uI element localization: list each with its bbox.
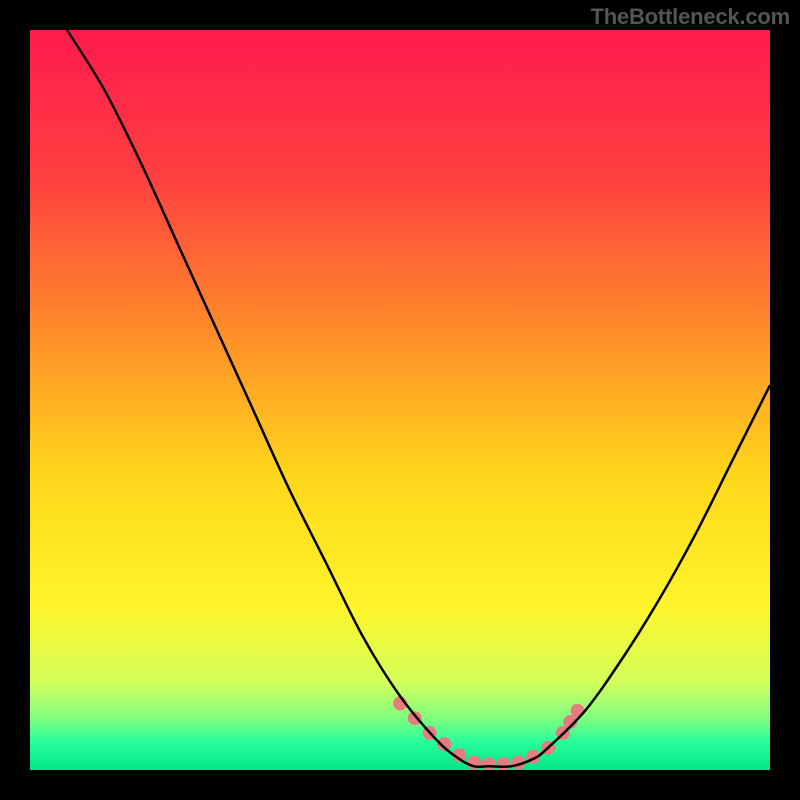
attribution-text: TheBottleneck.com [590,4,790,30]
gradient-bg [30,30,770,770]
marker-dot [571,704,585,718]
bottleneck-plot [30,30,770,770]
chart-frame: TheBottleneck.com [0,0,800,800]
